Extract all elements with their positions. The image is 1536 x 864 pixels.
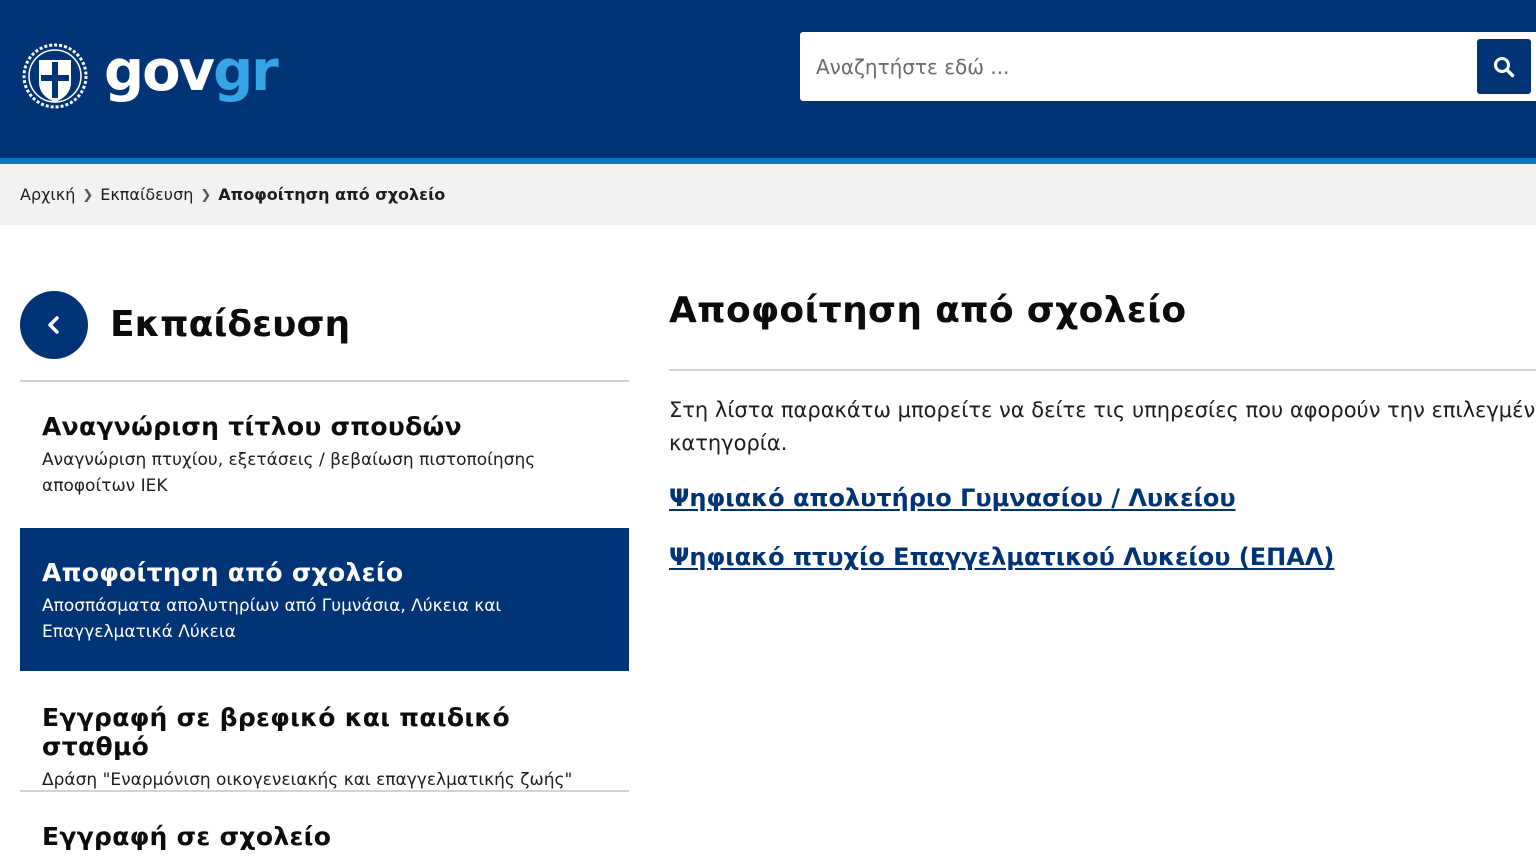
sidebar-item-title: Αναγνώριση τίτλου σπουδών: [42, 412, 462, 441]
divider: [20, 380, 629, 382]
logo-gov-text: gov: [104, 39, 215, 104]
chevron-right-icon: ❯: [82, 188, 94, 203]
link-digital-diploma[interactable]: Ψηφιακό απολυτήριο Γυμνασίου / Λυκείου: [669, 484, 1236, 512]
search-input[interactable]: [800, 32, 1470, 101]
hellenic-emblem-icon: [22, 43, 88, 109]
breadcrumb: Αρχική ❯ Εκπαίδευση ❯ Αποφοίτηση από σχο…: [0, 164, 1536, 225]
logo-gr-text: gr: [213, 39, 279, 104]
sidebar-item-title: Εγγραφή σε σχολείο: [42, 822, 332, 851]
breadcrumb-home-link[interactable]: Αρχική: [20, 185, 75, 204]
link-epal-degree[interactable]: Ψηφιακό πτυχίο Επαγγελματικού Λυκείου (Ε…: [669, 543, 1334, 571]
intro-text: Στη λίστα παρακάτω μπορείτε να δείτε τις…: [669, 398, 1536, 455]
sidebar-item-degree-recognition[interactable]: Αναγνώριση τίτλου σπουδών Αναγνώριση πτυ…: [20, 412, 629, 499]
chevron-left-icon: [48, 316, 59, 334]
search-icon: [1494, 56, 1515, 77]
sidebar-item-title: Αποφοίτηση από σχολείο: [42, 558, 404, 587]
govgr-logo[interactable]: govgr: [20, 38, 279, 114]
page-title: Αποφοίτηση από σχολείο: [669, 290, 1187, 331]
back-button[interactable]: [20, 291, 88, 359]
sidebar-item-description: Αναγνώριση πτυχίου, εξετάσεις / βεβαίωση…: [42, 450, 536, 496]
sidebar-title: Εκπαίδευση: [110, 304, 351, 345]
divider: [669, 369, 1536, 371]
breadcrumb-current: Αποφοίτηση από σχολείο: [218, 185, 446, 204]
sidebar-item-description: Αποσπάσματα απολυτηρίων από Γυμνάσια, Λύ…: [42, 596, 502, 642]
sidebar-item-school-graduation[interactable]: Αποφοίτηση από σχολείο Αποσπάσματα απολυ…: [20, 528, 629, 671]
sidebar-item-nursery-registration[interactable]: Εγγραφή σε βρεφικό και παιδικό σταθμό Δρ…: [20, 703, 629, 793]
sidebar-item-school-registration[interactable]: Εγγραφή σε σχολείο: [20, 822, 629, 851]
chevron-right-icon: ❯: [200, 188, 212, 203]
divider: [20, 790, 629, 792]
site-header: govgr: [0, 0, 1536, 160]
logo-wordmark: govgr: [104, 44, 279, 100]
sidebar-item-title: Εγγραφή σε βρεφικό και παιδικό σταθμό: [42, 703, 510, 761]
search-bar: [800, 32, 1536, 101]
breadcrumb-education-link[interactable]: Εκπαίδευση: [100, 185, 193, 204]
search-button[interactable]: [1477, 39, 1531, 94]
